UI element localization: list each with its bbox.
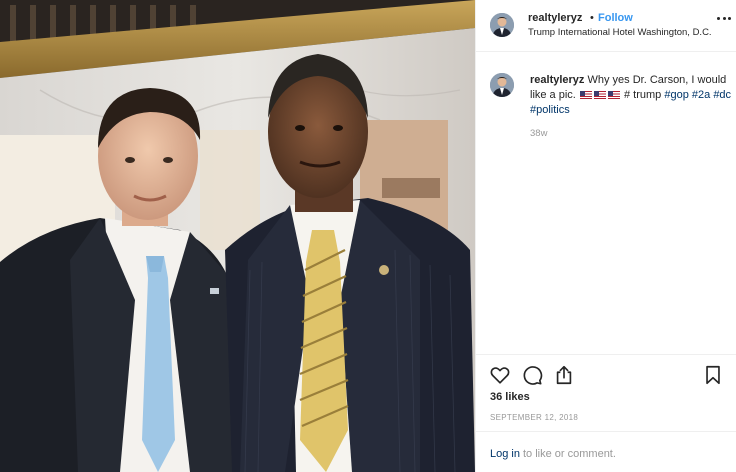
avatar-image (490, 73, 514, 97)
comment-age[interactable]: 38w (530, 128, 547, 139)
hashtag-link[interactable]: #dc (713, 89, 731, 101)
avatar[interactable] (490, 73, 514, 97)
hashtag-link[interactable]: #politics (530, 104, 570, 116)
header-username[interactable]: realtyleryz (528, 12, 582, 24)
login-prompt-text: to like or comment. (523, 448, 616, 460)
follow-button[interactable]: Follow (598, 12, 633, 24)
login-link[interactable]: Log in (490, 448, 520, 460)
action-bar: 36 likes SEPTEMBER 12, 2018 Log in to li… (476, 354, 736, 472)
us-flag-icon (579, 91, 592, 99)
login-prompt: Log in to like or comment. (476, 431, 736, 472)
photo-illustration (0, 0, 475, 472)
hashtag-link[interactable]: #gop (664, 89, 688, 101)
separator-dot: • (590, 12, 594, 24)
us-flag-icon (607, 91, 620, 99)
caption-username[interactable]: realtyleryz (530, 74, 584, 86)
heart-icon[interactable] (489, 364, 511, 386)
share-icon[interactable] (553, 364, 575, 386)
location-link[interactable]: Trump International Hotel Washington, D.… (528, 27, 712, 38)
post-date: SEPTEMBER 12, 2018 (490, 413, 579, 422)
us-flag-icon (593, 91, 606, 99)
instagram-post: realtyleryz • Follow Trump International… (0, 0, 736, 472)
hashtag-link[interactable]: #2a (692, 89, 710, 101)
post-header: realtyleryz • Follow Trump International… (476, 0, 736, 52)
caption-text: realtyleryz Why yes Dr. Carson, I would … (530, 73, 736, 118)
likes-count[interactable]: 36 likes (490, 391, 530, 403)
bookmark-icon[interactable] (702, 364, 724, 386)
post-sidebar: realtyleryz • Follow Trump International… (475, 0, 736, 472)
post-photo[interactable] (0, 0, 475, 472)
plain-tag: # trump (623, 89, 662, 101)
avatar[interactable] (490, 13, 514, 37)
comment-icon[interactable] (521, 364, 543, 386)
avatar-image (490, 13, 514, 37)
more-options-icon[interactable] (716, 13, 732, 23)
